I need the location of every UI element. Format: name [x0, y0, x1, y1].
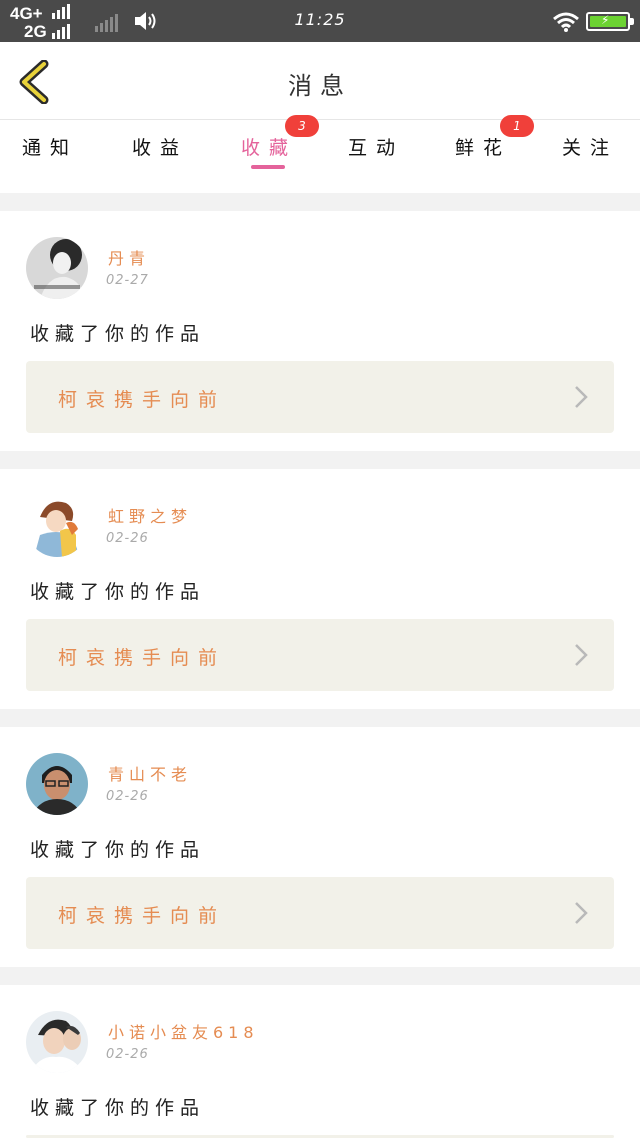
- work-title: 柯哀携手向前: [58, 905, 227, 927]
- tab-label: 收益: [131, 137, 188, 159]
- tab-interactions[interactable]: 互动: [326, 121, 426, 193]
- activity-text: 收藏了你的作品: [30, 323, 206, 345]
- battery-icon: ⚡: [586, 12, 634, 31]
- message-item: 丹青 02-27 收藏了你的作品 柯哀携手向前: [0, 211, 640, 451]
- timestamp: 02-26: [106, 531, 149, 546]
- activity-text: 收藏了你的作品: [30, 1097, 206, 1119]
- wifi-icon: [553, 12, 579, 32]
- tab-label: 互动: [347, 137, 404, 159]
- avatar[interactable]: [26, 1011, 88, 1073]
- tab-label: 通知: [21, 137, 78, 159]
- work-link[interactable]: 柯哀携手向前: [26, 877, 614, 949]
- username[interactable]: 丹青: [108, 245, 150, 269]
- tab-notifications[interactable]: 通知: [0, 121, 100, 193]
- username[interactable]: 青山不老: [108, 761, 192, 785]
- chevron-right-icon: [575, 902, 588, 924]
- username[interactable]: 小诺小盆友618: [108, 1019, 259, 1043]
- active-tab-indicator: [251, 165, 285, 169]
- message-item: 小诺小盆友618 02-26 收藏了你的作品: [0, 985, 640, 1138]
- app-header: 消息: [0, 42, 640, 120]
- tab-favorites[interactable]: 收藏 3: [219, 115, 319, 193]
- timestamp: 02-26: [106, 1047, 149, 1062]
- avatar[interactable]: [26, 753, 88, 815]
- tab-label: 收藏: [240, 137, 297, 159]
- tab-badge: 3: [285, 115, 319, 137]
- message-item: 青山不老 02-26 收藏了你的作品 柯哀携手向前: [0, 727, 640, 967]
- work-title: 柯哀携手向前: [58, 389, 227, 411]
- work-link[interactable]: 柯哀携手向前: [26, 619, 614, 691]
- status-bar: 4G+ 2G 11:25 ⚡: [0, 0, 640, 42]
- chevron-right-icon: [575, 386, 588, 408]
- clock: 11:25: [294, 10, 346, 29]
- timestamp: 02-26: [106, 789, 149, 804]
- tab-bar: 通知 收益 收藏 3 互动 鲜花 1 关注: [0, 115, 640, 193]
- tab-label: 鲜花: [454, 137, 511, 159]
- charging-icon: ⚡: [601, 13, 610, 27]
- page-title: 消息: [288, 72, 352, 100]
- message-item: 虹野之梦 02-26 收藏了你的作品 柯哀携手向前: [0, 469, 640, 709]
- section-divider: [0, 967, 640, 985]
- chevron-right-icon: [575, 644, 588, 666]
- avatar[interactable]: [26, 495, 88, 557]
- work-link[interactable]: 柯哀携手向前: [26, 361, 614, 433]
- work-title: 柯哀携手向前: [58, 647, 227, 669]
- timestamp: 02-27: [106, 273, 149, 288]
- activity-text: 收藏了你的作品: [30, 839, 206, 861]
- tab-following[interactable]: 关注: [540, 121, 640, 193]
- username[interactable]: 虹野之梦: [108, 503, 192, 527]
- tab-flowers[interactable]: 鲜花 1: [433, 115, 534, 193]
- activity-text: 收藏了你的作品: [30, 581, 206, 603]
- section-divider: [0, 451, 640, 469]
- section-divider: [0, 709, 640, 727]
- tab-badge: 1: [500, 115, 534, 137]
- section-divider: [0, 193, 640, 211]
- tab-earnings[interactable]: 收益: [110, 121, 210, 193]
- avatar[interactable]: [26, 237, 88, 299]
- tab-label: 关注: [561, 137, 618, 159]
